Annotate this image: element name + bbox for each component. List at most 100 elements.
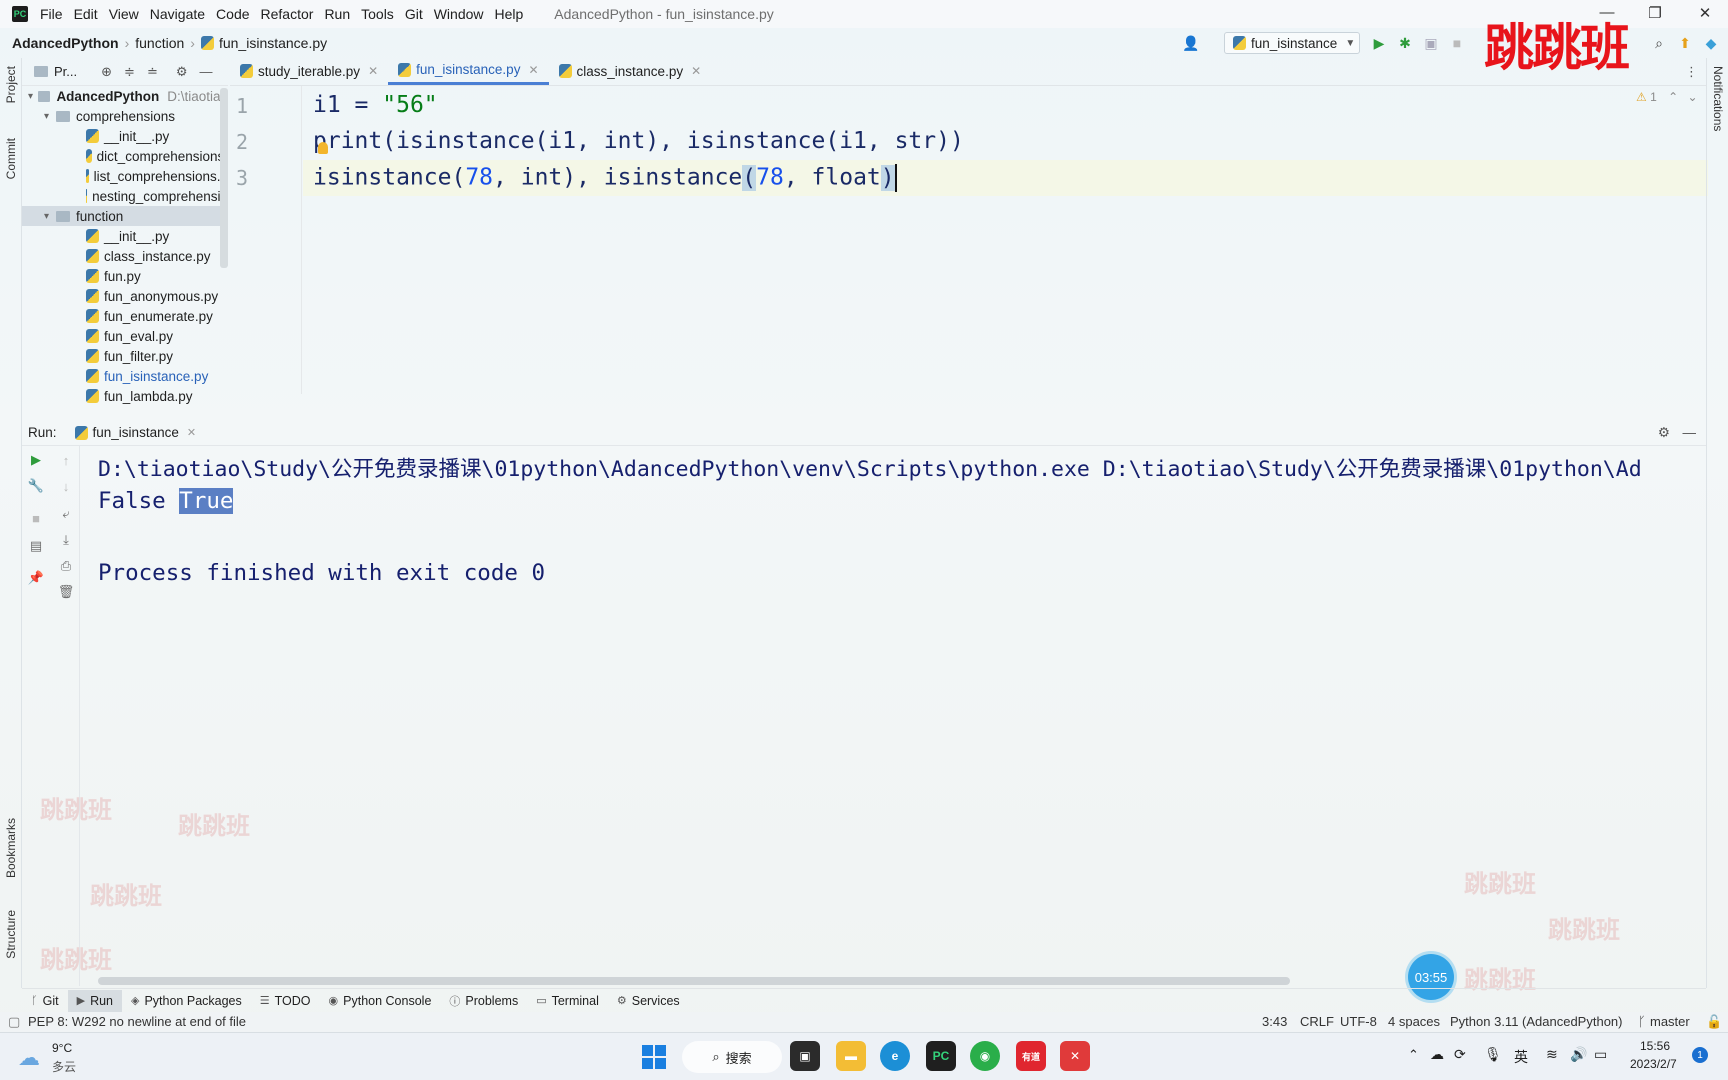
breadcrumb-file[interactable]: fun_isinstance.py	[219, 35, 327, 51]
panel-toggle-icon[interactable]: ▢	[8, 1014, 20, 1030]
sync-icon[interactable]: ⟳	[1454, 1046, 1466, 1063]
soft-wrap-icon[interactable]: ⤶	[58, 506, 74, 522]
search-everywhere-icon[interactable]: ⌕	[1650, 34, 1668, 52]
tool-tab-run[interactable]: ▶ Run	[67, 989, 122, 1012]
youdao-icon[interactable]: 有道	[1016, 1041, 1046, 1071]
tool-tab-python-console[interactable]: ◉ Python Console	[320, 990, 441, 1012]
git-branch[interactable]: master	[1650, 1014, 1690, 1029]
close-icon[interactable]: ✕	[691, 64, 701, 78]
clock-time[interactable]: 15:56	[1640, 1039, 1670, 1053]
menu-edit[interactable]: Edit	[74, 6, 98, 22]
tool-tab-python-packages[interactable]: ◈ Python Packages	[122, 990, 251, 1012]
tree-file[interactable]: class_instance.py	[22, 246, 228, 266]
tree-file[interactable]: fun_anonymous.py	[22, 286, 228, 306]
lock-icon[interactable]: 🔓	[1706, 1014, 1722, 1030]
notification-badge[interactable]: 1	[1692, 1047, 1708, 1063]
project-tool-button[interactable]: Project	[4, 66, 18, 103]
code-editor[interactable]: i1 = "56" print(isinstance(i1, int), isi…	[303, 86, 1708, 394]
wifi-icon[interactable]: ≋	[1546, 1046, 1558, 1063]
microphone-icon[interactable]: 🎙	[1484, 1046, 1502, 1063]
tree-file[interactable]: __init__.py	[22, 126, 228, 146]
run-config-selector[interactable]: fun_isinstance ▼	[1224, 32, 1360, 54]
volume-icon[interactable]: 🔊	[1570, 1046, 1587, 1063]
weather-temp[interactable]: 9°C	[52, 1041, 72, 1055]
trash-icon[interactable]: 🗑	[58, 584, 75, 600]
pin-icon[interactable]: 📌	[28, 570, 44, 586]
cloud-icon[interactable]: ☁	[1430, 1046, 1444, 1063]
python-interpreter[interactable]: Python 3.11 (AdancedPython)	[1450, 1014, 1623, 1029]
task-view-icon[interactable]: ▣	[790, 1041, 820, 1071]
menu-run[interactable]: Run	[324, 6, 350, 22]
tree-root[interactable]: ▾ AdancedPython D:\tiaotiao	[22, 86, 228, 106]
tree-folder-selected[interactable]: ▾ function	[22, 206, 228, 226]
tree-file[interactable]: __init__.py	[22, 226, 228, 246]
tool-tab-services[interactable]: ⚙ Services	[608, 990, 689, 1012]
tree-scrollbar[interactable]	[220, 88, 228, 268]
battery-icon[interactable]: ▭	[1594, 1046, 1607, 1063]
stop-icon[interactable]: ■	[28, 510, 44, 526]
ime-indicator[interactable]: 英	[1514, 1047, 1528, 1067]
screen-recorder-icon[interactable]: ✕	[1060, 1041, 1090, 1071]
coverage-icon[interactable]: ▣	[1422, 34, 1440, 52]
arrow-up-icon[interactable]: ↑	[58, 452, 74, 468]
run-icon[interactable]: ▶	[1370, 34, 1388, 52]
expand-all-icon[interactable]: ≑	[124, 64, 135, 80]
file-explorer-icon[interactable]: ▬	[836, 1041, 866, 1071]
tool-tab-todo[interactable]: ☰ TODO	[251, 990, 320, 1012]
status-message[interactable]: PEP 8: W292 no newline at end of file	[28, 1014, 246, 1029]
tab-menu-icon[interactable]: ⋮	[1685, 64, 1698, 80]
arrow-down-icon[interactable]: ↓	[58, 478, 74, 494]
layout-icon[interactable]: ▤	[28, 538, 44, 554]
edge-browser-icon[interactable]: e	[880, 1041, 910, 1071]
menu-view[interactable]: View	[109, 6, 139, 22]
menu-navigate[interactable]: Navigate	[150, 6, 205, 22]
warnings-indicator[interactable]: ⚠ 1 ⌃ ⌄	[1636, 90, 1698, 104]
tool-tab-terminal[interactable]: ▭ Terminal	[527, 990, 608, 1012]
menu-code[interactable]: Code	[216, 6, 249, 22]
tree-folder[interactable]: ▾ comprehensions	[22, 106, 228, 126]
menu-tools[interactable]: Tools	[361, 6, 394, 22]
tab-study-iterable[interactable]: study_iterable.py ✕	[230, 57, 388, 85]
notifications-tool-button[interactable]: Notifications	[1711, 66, 1725, 131]
locate-icon[interactable]: ⊕	[101, 64, 112, 80]
console-scrollbar[interactable]	[98, 977, 1290, 985]
tool-tab-problems[interactable]: ⓘ Problems	[440, 990, 527, 1012]
debug-icon[interactable]: ✱	[1396, 34, 1414, 52]
tree-file[interactable]: fun_eval.py	[22, 326, 228, 346]
caret-position[interactable]: 3:43	[1262, 1014, 1287, 1029]
bookmarks-tool-button[interactable]: Bookmarks	[4, 818, 18, 878]
commit-tool-button[interactable]: Commit	[4, 138, 18, 179]
hide-icon[interactable]: —	[200, 64, 213, 79]
taskbar-search[interactable]: ⌕ 搜索	[682, 1041, 782, 1073]
structure-tool-button[interactable]: Structure	[4, 910, 18, 959]
close-icon[interactable]: ✕	[368, 64, 378, 78]
close-icon[interactable]: ✕	[187, 426, 196, 439]
user-icon[interactable]: 👤	[1182, 34, 1200, 52]
hide-icon[interactable]: —	[1683, 425, 1697, 440]
stop-icon[interactable]: ■	[1448, 34, 1466, 52]
collapse-all-icon[interactable]: ≐	[147, 64, 158, 80]
run-tab[interactable]: fun_isinstance	[93, 425, 179, 440]
tree-file[interactable]: list_comprehensions.p	[22, 166, 228, 186]
tree-file[interactable]: fun_enumerate.py	[22, 306, 228, 326]
breadcrumb-project[interactable]: AdancedPython	[12, 35, 119, 51]
tree-file[interactable]: dict_comprehensions.	[22, 146, 228, 166]
chevron-down-icon[interactable]: ⌄	[1688, 90, 1698, 104]
chevron-up-icon[interactable]: ⌃	[1668, 90, 1678, 104]
chevron-up-icon[interactable]: ⌃	[1408, 1047, 1419, 1063]
lightbulb-icon[interactable]	[318, 142, 328, 154]
menu-help[interactable]: Help	[495, 6, 524, 22]
tree-file[interactable]: fun.py	[22, 266, 228, 286]
breadcrumb-folder[interactable]: function	[135, 35, 184, 51]
app-green-icon[interactable]: ◉	[970, 1041, 1000, 1071]
menu-git[interactable]: Git	[405, 6, 423, 22]
console-output[interactable]: D:\tiaotiao\Study\公开免费录播课\01python\Adanc…	[82, 446, 1706, 986]
close-icon[interactable]: ✕	[528, 63, 538, 77]
update-icon[interactable]: ⬆	[1676, 34, 1694, 52]
wrench-icon[interactable]: 🔧	[28, 478, 44, 494]
rerun-icon[interactable]: ▶	[28, 452, 44, 468]
menu-window[interactable]: Window	[434, 6, 484, 22]
tab-class-instance[interactable]: class_instance.py ✕	[549, 57, 712, 85]
windows-start-icon[interactable]	[642, 1045, 666, 1069]
tool-tab-git[interactable]: ᚴ Git	[22, 990, 68, 1012]
